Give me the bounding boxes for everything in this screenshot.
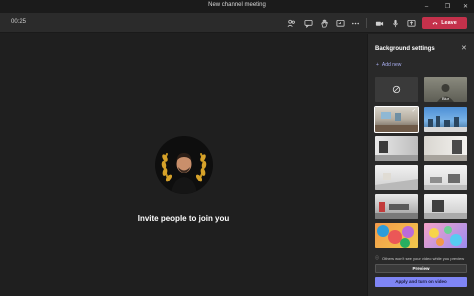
share-tray-icon[interactable] bbox=[405, 17, 417, 29]
city-image-icon bbox=[424, 116, 467, 132]
background-option-balloons[interactable] bbox=[375, 223, 418, 248]
meeting-timer: 00:25 bbox=[11, 19, 27, 25]
add-new-button[interactable]: + Add new bbox=[376, 62, 401, 68]
plus-icon: + bbox=[376, 62, 379, 68]
avatar bbox=[155, 136, 213, 194]
room-image-icon bbox=[375, 173, 418, 190]
info-icon: ⓘ bbox=[375, 255, 379, 260]
preview-notice: ⓘ Others won't see your video while you … bbox=[375, 255, 464, 261]
apply-button[interactable]: Apply and turn on video bbox=[375, 277, 467, 287]
room-image-icon bbox=[424, 140, 467, 161]
background-option-bubbles[interactable] bbox=[424, 223, 467, 248]
blur-option[interactable]: Blur bbox=[424, 77, 467, 102]
preview-button[interactable]: Preview bbox=[375, 264, 467, 273]
room-image-icon bbox=[424, 200, 467, 219]
share-screen-icon[interactable] bbox=[334, 17, 346, 29]
meeting-toolbar: 00:25 Leave bbox=[0, 13, 474, 33]
title-bar: New channel meeting – ❐ ✕ bbox=[0, 0, 474, 13]
background-option-room-5[interactable] bbox=[424, 194, 467, 219]
background-option-room-3[interactable] bbox=[375, 165, 418, 190]
more-options-icon[interactable] bbox=[349, 17, 361, 29]
room-image-icon bbox=[424, 174, 467, 190]
panel-title: Background settings bbox=[375, 46, 435, 52]
hang-up-icon bbox=[432, 22, 438, 25]
restore-icon[interactable]: ❐ bbox=[441, 0, 454, 13]
notice-text: Others won't see your video while you pr… bbox=[382, 255, 465, 261]
background-option-room-2[interactable] bbox=[424, 136, 467, 161]
add-new-label: Add new bbox=[381, 62, 402, 68]
invite-text: Invite people to join you bbox=[137, 214, 230, 223]
raise-hand-icon[interactable] bbox=[318, 17, 330, 29]
bubbles-image-icon bbox=[429, 226, 462, 246]
no-background-option[interactable] bbox=[375, 77, 418, 102]
background-settings-panel: Background settings ✕ + Add new Blur ✓ ⓘ… bbox=[367, 34, 474, 296]
window-title: New channel meeting bbox=[208, 2, 266, 8]
room-image-icon bbox=[375, 141, 418, 161]
none-icon bbox=[392, 85, 401, 94]
chat-icon[interactable] bbox=[302, 17, 314, 29]
camera-icon[interactable] bbox=[373, 17, 385, 29]
meeting-stage: Invite people to join you bbox=[0, 34, 367, 296]
blur-label: Blur bbox=[441, 96, 450, 101]
toolbar-divider bbox=[366, 18, 367, 28]
leave-button[interactable]: Leave bbox=[422, 17, 467, 29]
close-panel-icon[interactable]: ✕ bbox=[461, 44, 467, 52]
background-option-loft[interactable]: ✓ bbox=[374, 106, 419, 133]
minimize-icon[interactable]: – bbox=[420, 0, 433, 13]
balloons-image-icon bbox=[377, 225, 414, 248]
background-option-room-1[interactable] bbox=[375, 136, 418, 161]
people-icon[interactable] bbox=[285, 17, 297, 29]
background-option-room-4[interactable] bbox=[424, 165, 467, 190]
leave-label: Leave bbox=[441, 20, 457, 26]
background-option-office[interactable] bbox=[375, 194, 418, 219]
microphone-icon[interactable] bbox=[389, 17, 401, 29]
office-image-icon bbox=[375, 202, 418, 219]
close-window-icon[interactable]: ✕ bbox=[459, 0, 472, 13]
background-option-city[interactable] bbox=[424, 107, 467, 132]
selected-check-icon: ✓ bbox=[411, 108, 416, 114]
